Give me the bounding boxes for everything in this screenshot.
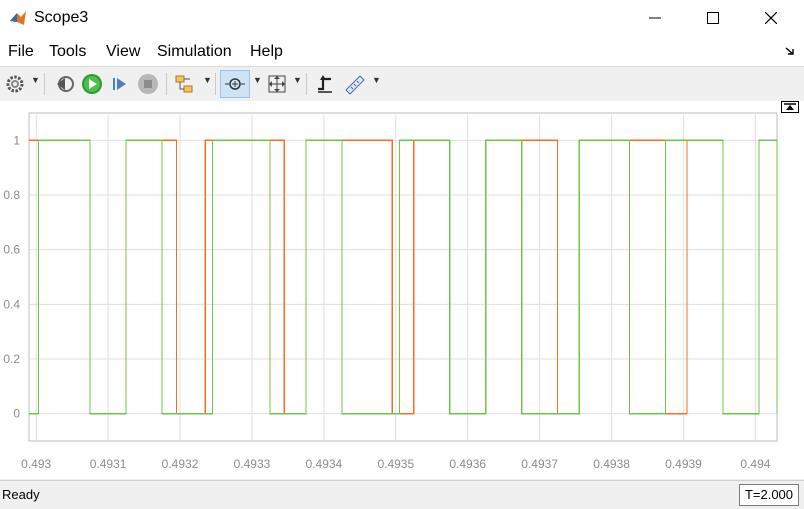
configuration-properties-button[interactable]: [4, 70, 26, 98]
x-tick-label: 0.494: [740, 457, 770, 471]
run-icon: [82, 74, 102, 94]
close-icon: [765, 12, 777, 24]
title-bar: Scope3: [0, 0, 804, 36]
highlight-simulink-block-button[interactable]: [173, 70, 197, 98]
y-tick-label: 1: [13, 133, 20, 147]
run-button[interactable]: [80, 70, 104, 98]
plot-frame: [28, 112, 778, 442]
y-tick-label: 0.4: [3, 297, 20, 311]
x-tick-label: 0.4934: [306, 457, 343, 471]
simulation-time: T=2.000: [739, 484, 799, 506]
trigger-icon: [318, 75, 332, 93]
matlab-icon: [10, 11, 26, 25]
zoom-button[interactable]: [220, 70, 250, 98]
fit-to-view-icon: [268, 75, 286, 93]
chevron-down-icon[interactable]: ▼: [293, 75, 302, 85]
step-back-button[interactable]: [53, 70, 77, 98]
x-tick-label: 0.4935: [377, 457, 414, 471]
x-tick-label: 0.4938: [593, 457, 630, 471]
toolbar-separator: [44, 73, 45, 95]
toolbar-separator: [166, 73, 167, 95]
minimize-button[interactable]: [632, 0, 678, 36]
step-forward-button[interactable]: [108, 70, 132, 98]
gear-icon: [6, 75, 24, 93]
scope-display: 0.493 0.4931 0.4932 0.4933 0.4934 0.4935 0.493…: [0, 101, 804, 479]
x-tick-label: 0.4937: [521, 457, 558, 471]
toolbar: ▼ ▼ ▼ ▼ ▼: [0, 66, 804, 102]
x-tick-label: 0.4931: [90, 457, 127, 471]
step-forward-icon: [113, 78, 126, 90]
x-tick-label: 0.493: [21, 457, 51, 471]
y-tick-label: 0.2: [3, 352, 20, 366]
fit-to-view-button[interactable]: [265, 70, 289, 98]
menu-file[interactable]: File: [8, 43, 34, 61]
status-bar: Ready T=2.000: [0, 480, 804, 509]
chevron-down-icon[interactable]: ▼: [253, 75, 262, 85]
triggers-button[interactable]: [313, 70, 337, 98]
restore-panel-icon[interactable]: [781, 101, 799, 113]
menu-view[interactable]: View: [106, 43, 140, 61]
step-back-icon: [57, 76, 74, 92]
maximize-button[interactable]: [690, 0, 736, 36]
close-button[interactable]: [748, 0, 794, 36]
minimize-icon: [649, 17, 661, 19]
toolbar-separator: [306, 73, 307, 95]
y-tick-label: 0: [13, 407, 20, 421]
status-text: Ready: [2, 487, 40, 502]
y-tick-label: 0.6: [3, 243, 20, 257]
plot-axes[interactable]: 0.493 0.4931 0.4932 0.4933 0.4934 0.4935 0.493…: [0, 101, 804, 479]
window-title: Scope3: [34, 9, 89, 26]
cursor-measurements-button[interactable]: [342, 70, 368, 98]
block-diagram-icon: [175, 75, 193, 93]
menu-help[interactable]: Help: [250, 43, 283, 61]
chevron-down-icon[interactable]: ▼: [372, 75, 381, 85]
zoom-icon: [225, 78, 245, 90]
undock-arrow-icon[interactable]: [784, 46, 796, 56]
toolbar-separator: [215, 73, 216, 95]
x-tick-label: 0.4936: [449, 457, 486, 471]
maximize-icon: [707, 12, 719, 24]
stop-button[interactable]: [136, 70, 160, 98]
ruler-icon: [345, 75, 365, 95]
chevron-down-icon[interactable]: ▼: [31, 75, 40, 85]
x-tick-label: 0.4932: [162, 457, 199, 471]
menu-simulation[interactable]: Simulation: [157, 43, 232, 61]
x-tick-label: 0.4939: [665, 457, 702, 471]
menu-tools[interactable]: Tools: [49, 43, 86, 61]
menu-bar: File Tools View Simulation Help: [0, 36, 804, 66]
stop-icon: [138, 74, 158, 94]
chevron-down-icon[interactable]: ▼: [203, 75, 212, 85]
y-tick-label: 0.8: [3, 188, 20, 202]
x-tick-label: 0.4933: [234, 457, 271, 471]
